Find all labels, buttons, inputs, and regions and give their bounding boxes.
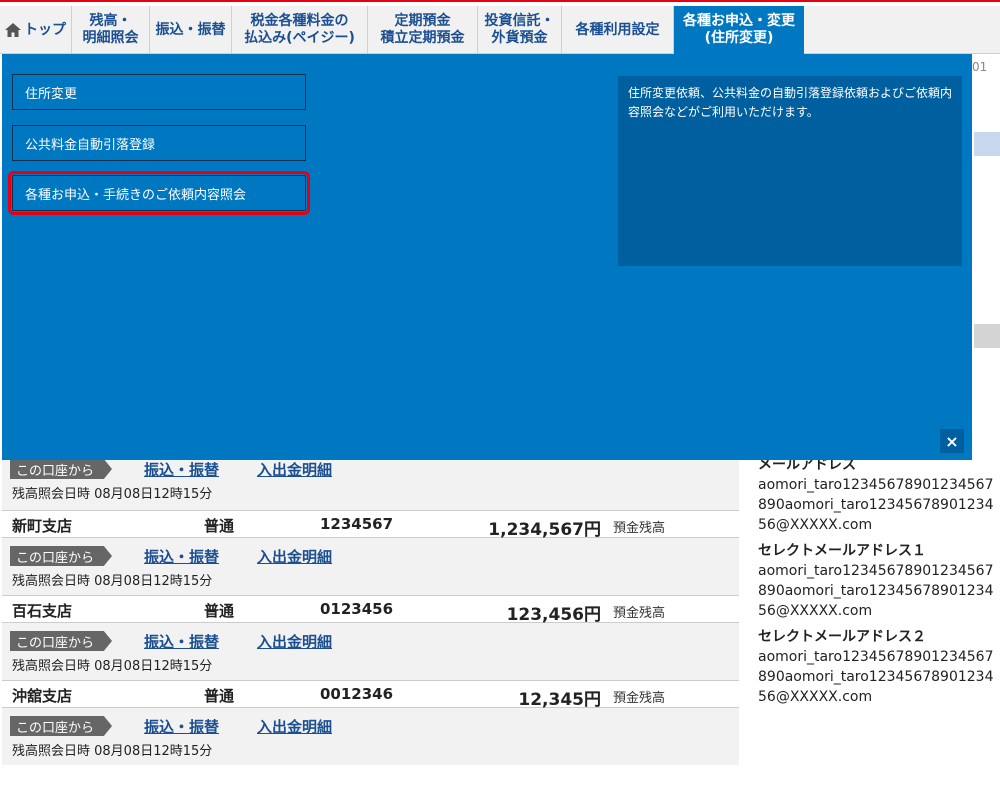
menu-utility-debit-label: 公共料金自動引落登録 xyxy=(25,137,156,153)
statement-link[interactable]: 入出金明細 xyxy=(257,631,332,652)
from-account-label: この口座から xyxy=(16,635,95,651)
select-mail-2-heading: セレクトメールアドレス２ xyxy=(758,629,926,645)
balance-label: 預金残高 xyxy=(613,691,666,706)
nav-deposit-label-1: 定期預金 xyxy=(394,13,451,29)
global-nav: トップ 残高・ 明細照会 振込・振替 税金各種料金の 払込み(ペイジー) 定期預… xyxy=(0,6,1000,54)
nav-apply[interactable]: 各種お申込・変更 (住所変更) xyxy=(674,6,804,54)
nav-balance[interactable]: 残高・ 明細照会 xyxy=(72,6,150,54)
nav-transfer[interactable]: 振込・振替 xyxy=(150,6,232,54)
menu-address-change-label: 住所変更 xyxy=(25,86,78,102)
menu-utility-debit[interactable]: 公共料金自動引落登録 xyxy=(12,125,306,161)
partial-text: 01 xyxy=(972,60,988,74)
statement-link[interactable]: 入出金明細 xyxy=(257,546,332,567)
balance-label: 預金残高 xyxy=(613,606,666,621)
nav-balance-label-2: 明細照会 xyxy=(82,30,139,46)
account-balance: 12,345円 xyxy=(518,690,601,710)
account-list: この口座から 振込・振替 入出金明細 残高照会日時 08月08日12時15分 新… xyxy=(2,455,739,765)
balance-inquiry-time: 残高照会日時 08月08日12時15分 xyxy=(12,487,213,502)
home-icon xyxy=(5,23,21,37)
account-actions: この口座から 振込・振替 入出金明細 残高照会日時 08月08日12時15分 xyxy=(2,708,739,764)
nav-top-label: トップ xyxy=(24,21,66,38)
from-account-badge: この口座から xyxy=(10,459,112,479)
transfer-link[interactable]: 振込・振替 xyxy=(144,546,219,567)
menu-address-change[interactable]: 住所変更 xyxy=(12,74,306,110)
nav-apply-label-2: (住所変更) xyxy=(704,30,774,46)
account-balance: 1,234,567円 xyxy=(488,520,601,540)
background-header-bar xyxy=(974,132,1000,156)
apply-menu-panel: 住所変更 公共料金自動引落登録 各種お申込・手続きのご依頼内容照会 住所変更依頼… xyxy=(2,54,972,460)
from-account-badge: この口座から xyxy=(10,546,112,566)
account-row: 沖舘支店 普通 0012346 12,345円 預金残高 xyxy=(2,680,739,710)
nav-tax-label-1: 税金各種料金の xyxy=(250,13,349,29)
account-number: 0012346 xyxy=(320,685,394,703)
account-actions: この口座から 振込・振替 入出金明細 残高照会日時 08月08日12時15分 xyxy=(2,623,739,679)
balance-label: 預金残高 xyxy=(613,521,666,536)
top-accent-line xyxy=(0,0,1000,5)
branch-name: 沖舘支店 xyxy=(12,687,73,705)
account-balance: 123,456円 xyxy=(506,605,601,625)
mail-address-value: aomori_taro12345678901234567890aomori_ta… xyxy=(758,477,994,533)
menu-request-inquiry[interactable]: 各種お申込・手続きのご依頼内容照会 xyxy=(8,171,310,215)
nav-invest-label-2: 外貨預金 xyxy=(491,30,548,46)
nav-invest[interactable]: 投資信託・ 外貨預金 xyxy=(478,6,562,54)
nav-deposit-label-2: 積立定期預金 xyxy=(380,30,465,46)
nav-balance-label-1: 残高・ xyxy=(89,13,132,29)
background-header-bar xyxy=(974,324,1000,348)
from-account-label: この口座から xyxy=(16,550,95,566)
account-number: 1234567 xyxy=(320,515,394,533)
from-account-label: この口座から xyxy=(16,720,95,736)
nav-settings-label: 各種利用設定 xyxy=(575,21,660,38)
nav-tax-label-2: 払込み(ペイジー) xyxy=(244,30,355,46)
balance-inquiry-time: 残高照会日時 08月08日12時15分 xyxy=(12,574,213,589)
select-mail-1-value: aomori_taro12345678901234567890aomori_ta… xyxy=(758,563,994,619)
close-button[interactable]: × xyxy=(940,429,964,453)
nav-deposit[interactable]: 定期預金 積立定期預金 xyxy=(368,6,478,54)
menu-request-inquiry-label: 各種お申込・手続きのご依頼内容照会 xyxy=(25,187,247,203)
account-actions: この口座から 振込・振替 入出金明細 残高照会日時 08月08日12時15分 xyxy=(2,538,739,594)
account-row: 百石支店 普通 0123456 123,456円 預金残高 xyxy=(2,595,739,625)
nav-transfer-label: 振込・振替 xyxy=(155,21,226,38)
select-mail-2-value: aomori_taro12345678901234567890aomori_ta… xyxy=(758,649,994,705)
account-number: 0123456 xyxy=(320,600,394,618)
balance-inquiry-time: 残高照会日時 08月08日12時15分 xyxy=(12,659,213,674)
transfer-link[interactable]: 振込・振替 xyxy=(144,716,219,737)
transfer-link[interactable]: 振込・振替 xyxy=(144,631,219,652)
account-row: 新町支店 普通 1234567 1,234,567円 預金残高 xyxy=(2,510,739,540)
from-account-badge: この口座から xyxy=(10,631,112,651)
menu-description: 住所変更依頼、公共料金の自動引落登録依頼およびご依頼内容照会などがご利用いただけ… xyxy=(618,76,962,266)
nav-settings[interactable]: 各種利用設定 xyxy=(562,6,674,54)
select-mail-1-heading: セレクトメールアドレス１ xyxy=(758,543,926,559)
nav-apply-label-1: 各種お申込・変更 xyxy=(683,13,795,29)
account-type: 普通 xyxy=(204,602,235,620)
account-type: 普通 xyxy=(204,517,235,535)
account-type: 普通 xyxy=(204,687,235,705)
nav-top[interactable]: トップ xyxy=(0,6,72,54)
mail-address-section: メールアドレス aomori_taro12345678901234567890a… xyxy=(758,455,998,713)
nav-tax[interactable]: 税金各種料金の 払込み(ペイジー) xyxy=(232,6,368,54)
from-account-badge: この口座から xyxy=(10,716,112,736)
branch-name: 百石支店 xyxy=(12,602,73,620)
from-account-label: この口座から xyxy=(16,463,95,479)
statement-link[interactable]: 入出金明細 xyxy=(257,716,332,737)
branch-name: 新町支店 xyxy=(12,517,73,535)
statement-link[interactable]: 入出金明細 xyxy=(257,459,332,480)
balance-inquiry-time: 残高照会日時 08月08日12時15分 xyxy=(12,744,213,759)
nav-invest-label-1: 投資信託・ xyxy=(484,13,555,29)
close-icon: × xyxy=(945,431,959,451)
transfer-link[interactable]: 振込・振替 xyxy=(144,459,219,480)
